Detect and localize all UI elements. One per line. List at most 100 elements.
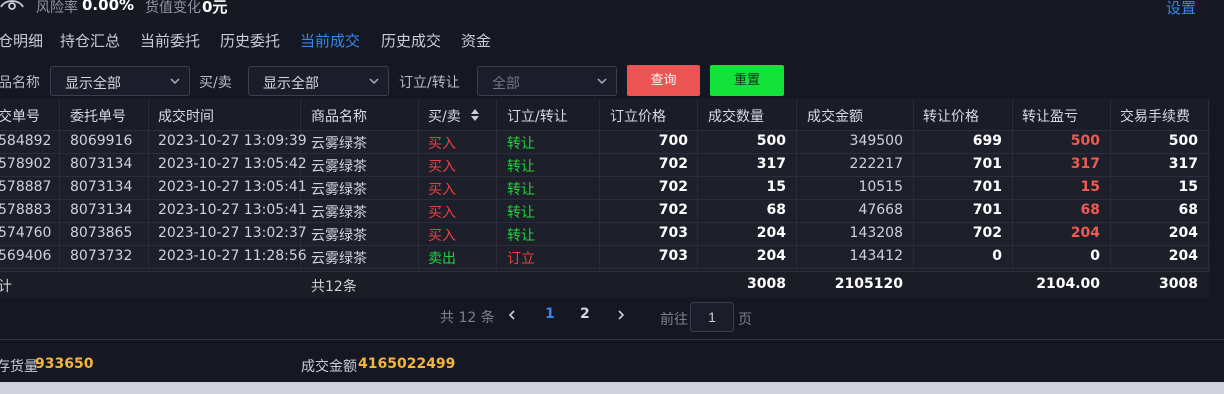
tab-position-summary[interactable]: 持仓汇总 <box>60 30 120 51</box>
cell-fee: 15 <box>1178 179 1198 195</box>
cell-deal-no: 578902 <box>0 156 52 172</box>
table-row[interactable]: 574760 8073865 2023-10-27 13:02:37 云雾绿茶 … <box>0 222 1210 246</box>
product-select-value: 显示全部 <box>65 76 121 92</box>
cell-pnl: 15 <box>1080 179 1100 195</box>
chevron-down-icon <box>369 78 379 85</box>
cell-side: 买入 <box>428 159 456 175</box>
cell-side: 买入 <box>428 205 456 221</box>
window-bottom-edge <box>0 382 1224 394</box>
goto-page-input[interactable] <box>690 302 734 332</box>
summary-quantity: 3008 <box>747 276 786 292</box>
cell-fee: 317 <box>1168 156 1198 172</box>
header-fee[interactable]: 交易手续费 <box>1120 106 1190 126</box>
cell-amount: 222217 <box>849 156 903 172</box>
cell-quantity: 500 <box>756 133 786 149</box>
page-1-button[interactable]: 1 <box>545 306 555 322</box>
cell-trade-time: 2023-10-27 13:02:37 <box>158 225 307 241</box>
trades-table: 交单号 委托单号 成交时间 商品名称 买/卖 订立/转让 订立价格 成交数量 成… <box>0 99 1210 297</box>
cell-product: 云雾绿茶 <box>311 159 367 175</box>
cell-type: 订立 <box>507 251 535 267</box>
cell-amount: 143412 <box>849 248 903 264</box>
summary-label: 计 <box>0 279 12 295</box>
header-product[interactable]: 商品名称 <box>311 106 367 126</box>
cell-trade-time: 2023-10-27 11:28:56 <box>158 248 307 264</box>
cell-pnl: 317 <box>1070 156 1100 172</box>
table-row[interactable]: 569406 8073732 2023-10-27 11:28:56 云雾绿茶 … <box>0 245 1210 269</box>
tab-position-detail[interactable]: 仓明细 <box>0 30 43 51</box>
cell-product: 云雾绿茶 <box>311 205 367 221</box>
summary-pnl: 2104.00 <box>1036 276 1100 292</box>
cell-open-price: 703 <box>658 225 688 241</box>
cell-fee: 204 <box>1168 225 1198 241</box>
table-row[interactable]: 578883 8073134 2023-10-27 13:05:41 云雾绿茶 … <box>0 199 1210 223</box>
cell-deal-no: 578887 <box>0 179 52 195</box>
page-2-button[interactable]: 2 <box>580 306 590 322</box>
chevron-left-icon[interactable] <box>506 306 518 324</box>
header-pnl[interactable]: 转让盈亏 <box>1022 106 1078 126</box>
total-amount-value: 4165022499 <box>358 356 456 372</box>
table-row[interactable]: 578902 8073134 2023-10-27 13:05:42 云雾绿茶 … <box>0 153 1210 177</box>
pagination-total: 共 12 条 <box>440 310 495 326</box>
tab-current-trades[interactable]: 当前成交 <box>300 30 360 51</box>
stock-label: 存货量 <box>0 359 38 375</box>
tab-trade-history[interactable]: 历史成交 <box>381 30 441 51</box>
cell-trade-time: 2023-10-27 13:05:42 <box>158 156 307 172</box>
header-close-price[interactable]: 转让价格 <box>923 106 979 126</box>
settings-link[interactable]: 设置 <box>1166 0 1196 18</box>
cell-close-price: 699 <box>972 133 1002 149</box>
tab-current-orders[interactable]: 当前委托 <box>140 30 200 51</box>
sort-icon[interactable] <box>471 109 479 121</box>
header-open-price[interactable]: 订立价格 <box>610 106 666 126</box>
cell-amount: 10515 <box>858 179 903 195</box>
header-deal-no[interactable]: 交单号 <box>0 106 40 126</box>
reset-button[interactable]: 重置 <box>710 65 784 96</box>
header-type[interactable]: 订立/转让 <box>507 106 568 126</box>
type-select-placeholder: 全部 <box>492 76 520 92</box>
eye-icon[interactable] <box>0 0 24 14</box>
cell-close-price: 702 <box>972 225 1002 241</box>
cell-amount: 143208 <box>849 225 903 241</box>
cell-product: 云雾绿茶 <box>311 136 367 152</box>
cell-order-no: 8073732 <box>70 248 133 264</box>
header-amount[interactable]: 成交金额 <box>807 106 863 126</box>
cell-order-no: 8073134 <box>70 179 133 195</box>
cell-quantity: 204 <box>756 225 786 241</box>
query-button[interactable]: 查询 <box>627 65 700 96</box>
table-row[interactable]: 584892 8069916 2023-10-27 13:09:39 云雾绿茶 … <box>0 130 1210 154</box>
cell-type: 转让 <box>507 159 535 175</box>
header-trade-time[interactable]: 成交时间 <box>158 106 214 126</box>
cell-fee: 68 <box>1178 202 1198 218</box>
cell-deal-no: 578883 <box>0 202 52 218</box>
cell-fee: 204 <box>1168 248 1198 264</box>
table-row[interactable]: 578887 8073134 2023-10-27 13:05:41 云雾绿茶 … <box>0 176 1210 200</box>
cell-side: 买入 <box>428 182 456 198</box>
header-order-no[interactable]: 委托单号 <box>70 106 126 126</box>
cell-type: 转让 <box>507 228 535 244</box>
tab-funds[interactable]: 资金 <box>461 30 491 51</box>
goto-label: 前往 <box>660 312 688 328</box>
chevron-right-icon[interactable] <box>615 306 627 324</box>
cell-order-no: 8073865 <box>70 225 133 241</box>
top-bar: 风险率 0.00% 货值变化 0元 设置 <box>0 0 1224 22</box>
product-select[interactable]: 显示全部 <box>50 66 190 96</box>
tab-order-history[interactable]: 历史委托 <box>220 30 280 51</box>
header-quantity[interactable]: 成交数量 <box>708 106 764 126</box>
product-filter-label: 品名称 <box>0 75 40 91</box>
cell-quantity: 68 <box>766 202 786 218</box>
header-side[interactable]: 买/卖 <box>428 106 461 126</box>
cell-open-price: 703 <box>658 248 688 264</box>
cell-open-price: 700 <box>658 133 688 149</box>
cell-order-no: 8073134 <box>70 156 133 172</box>
type-select[interactable]: 全部 <box>477 66 617 96</box>
stock-value: 933650 <box>35 356 94 372</box>
cell-quantity: 204 <box>756 248 786 264</box>
side-select[interactable]: 显示全部 <box>248 66 389 96</box>
summary-fee: 3008 <box>1159 276 1198 292</box>
footer-stats: 存货量 933650 成交金额 4165022499 <box>0 348 1224 378</box>
cell-product: 云雾绿茶 <box>311 251 367 267</box>
cell-close-price: 701 <box>972 202 1002 218</box>
cell-trade-time: 2023-10-27 13:09:39 <box>158 133 307 149</box>
side-filter-label: 买/卖 <box>199 75 232 91</box>
summary-count: 共12条 <box>311 279 357 295</box>
cell-type: 转让 <box>507 136 535 152</box>
